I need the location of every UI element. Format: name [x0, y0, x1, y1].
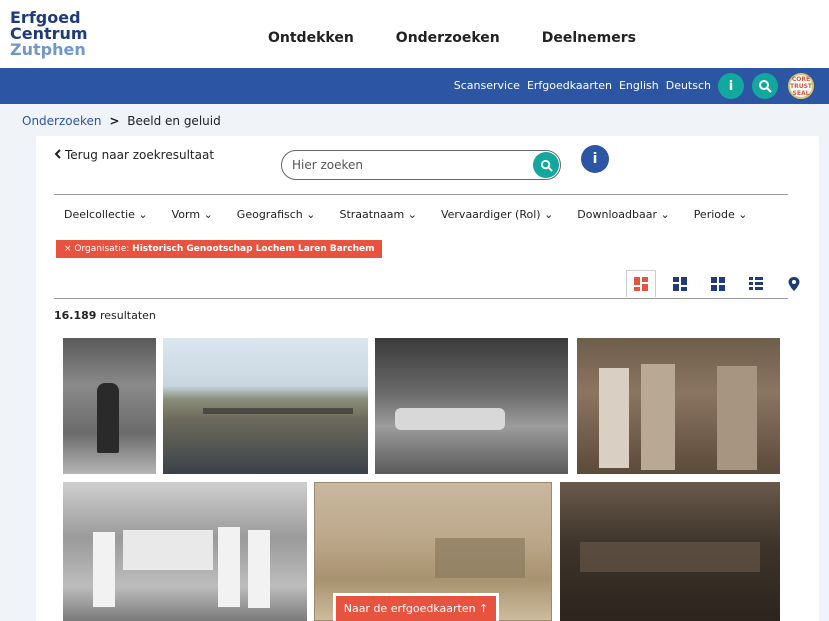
- filter-periode[interactable]: Periode ⌄: [694, 208, 748, 221]
- divider: [54, 298, 788, 299]
- search-submit-button[interactable]: [533, 152, 559, 178]
- grid-icon: [711, 276, 725, 291]
- info-button[interactable]: i: [718, 73, 744, 99]
- back-label: Terug naar zoekresultaat: [65, 148, 215, 162]
- filter-deelcollectie[interactable]: Deelcollectie ⌄: [64, 208, 148, 221]
- link-scanservice[interactable]: Scanservice: [454, 79, 520, 92]
- active-filter-chip[interactable]: × Organisatie: Historisch Genootschap Lo…: [56, 240, 383, 258]
- nav-deelnemers[interactable]: Deelnemers: [542, 30, 636, 46]
- map-cta-button[interactable]: Naar de erfgoedkaarten ↑: [333, 593, 499, 621]
- result-thumbnail[interactable]: [577, 338, 780, 474]
- nav-onderzoeken[interactable]: Onderzoeken: [396, 30, 500, 46]
- filter-label: Periode: [693, 208, 735, 221]
- chip-value: Historisch Genootschap Lochem Laren Barc…: [132, 244, 375, 254]
- breadcrumb-onderzoeken[interactable]: Onderzoeken: [22, 114, 102, 128]
- filter-vorm[interactable]: Vorm ⌄: [172, 208, 213, 221]
- breadcrumb-current: Beeld en geluid: [127, 114, 221, 128]
- back-to-results-link[interactable]: Terug naar zoekresultaat: [54, 148, 214, 162]
- link-deutsch[interactable]: Deutsch: [666, 79, 711, 92]
- result-count: 16.189 resultaten: [54, 309, 156, 322]
- list-icon: [749, 276, 763, 290]
- breadcrumb-separator: >: [109, 114, 120, 128]
- chevron-left-icon: [54, 149, 61, 159]
- result-thumbnail[interactable]: [375, 338, 568, 474]
- result-thumbnail[interactable]: [63, 338, 156, 474]
- result-count-label: resultaten: [99, 309, 156, 322]
- view-switcher: [626, 270, 808, 297]
- chip-label: Organisatie:: [74, 244, 130, 254]
- filter-label: Straatnaam: [339, 208, 405, 221]
- link-erfgoedkaarten[interactable]: Erfgoedkaarten: [527, 79, 612, 92]
- link-english[interactable]: English: [619, 79, 659, 92]
- result-thumbnail[interactable]: [63, 482, 307, 621]
- filter-vervaardiger[interactable]: Vervaardiger (Rol) ⌄: [441, 208, 553, 221]
- close-icon[interactable]: ×: [64, 244, 72, 254]
- result-thumbnail[interactable]: [560, 482, 780, 621]
- search-icon: [759, 80, 772, 93]
- result-thumbnail[interactable]: [163, 338, 368, 474]
- map-pin-icon: [788, 276, 800, 291]
- seal-text: CORE TRUST SEAL: [790, 75, 812, 97]
- site-logo[interactable]: Erfgoed Centrum Zutphen: [10, 10, 88, 58]
- search-input[interactable]: Hier zoeken: [281, 150, 561, 180]
- info-icon: i: [592, 151, 598, 167]
- info-icon: i: [728, 78, 734, 94]
- filter-label: Downloadbaar: [577, 208, 657, 221]
- filter-bar: Deelcollectie ⌄ Vorm ⌄ Geografisch ⌄ Str…: [64, 208, 771, 221]
- result-count-number: 16.189: [54, 309, 97, 322]
- utility-links: Scanservice Erfgoedkaarten English Deuts…: [454, 79, 711, 92]
- breadcrumb: Onderzoeken > Beeld en geluid: [22, 114, 221, 128]
- divider: [54, 194, 788, 195]
- view-grid-button[interactable]: [704, 271, 732, 297]
- search-placeholder: Hier zoeken: [292, 158, 364, 172]
- header-search-button[interactable]: [752, 73, 778, 99]
- view-masonry-button[interactable]: [626, 270, 656, 297]
- search-icon: [540, 159, 553, 172]
- logo-line-3: Zutphen: [10, 40, 86, 59]
- mosaic-grid-icon: [673, 276, 687, 291]
- filter-label: Geografisch: [236, 208, 303, 221]
- utility-bar: Scanservice Erfgoedkaarten English Deuts…: [0, 68, 829, 104]
- filter-label: Vorm: [171, 208, 201, 221]
- search-info-button[interactable]: i: [581, 145, 609, 173]
- view-map-button[interactable]: [780, 271, 808, 297]
- filter-straatnaam[interactable]: Straatnaam ⌄: [339, 208, 417, 221]
- main-nav: Ontdekken Onderzoeken Deelnemers: [268, 30, 636, 46]
- filter-label: Deelcollectie: [64, 208, 135, 221]
- nav-ontdekken[interactable]: Ontdekken: [268, 30, 354, 46]
- view-list-button[interactable]: [742, 271, 770, 297]
- masonry-grid-icon: [634, 277, 648, 291]
- filter-downloadbaar[interactable]: Downloadbaar ⌄: [577, 208, 669, 221]
- view-mosaic-button[interactable]: [666, 271, 694, 297]
- results-card: Terug naar zoekresultaat Hier zoeken i D…: [36, 136, 819, 621]
- core-trust-seal-badge[interactable]: CORE TRUST SEAL: [788, 73, 814, 99]
- filter-geografisch[interactable]: Geografisch ⌄: [237, 208, 316, 221]
- filter-label: Vervaardiger (Rol): [440, 208, 541, 221]
